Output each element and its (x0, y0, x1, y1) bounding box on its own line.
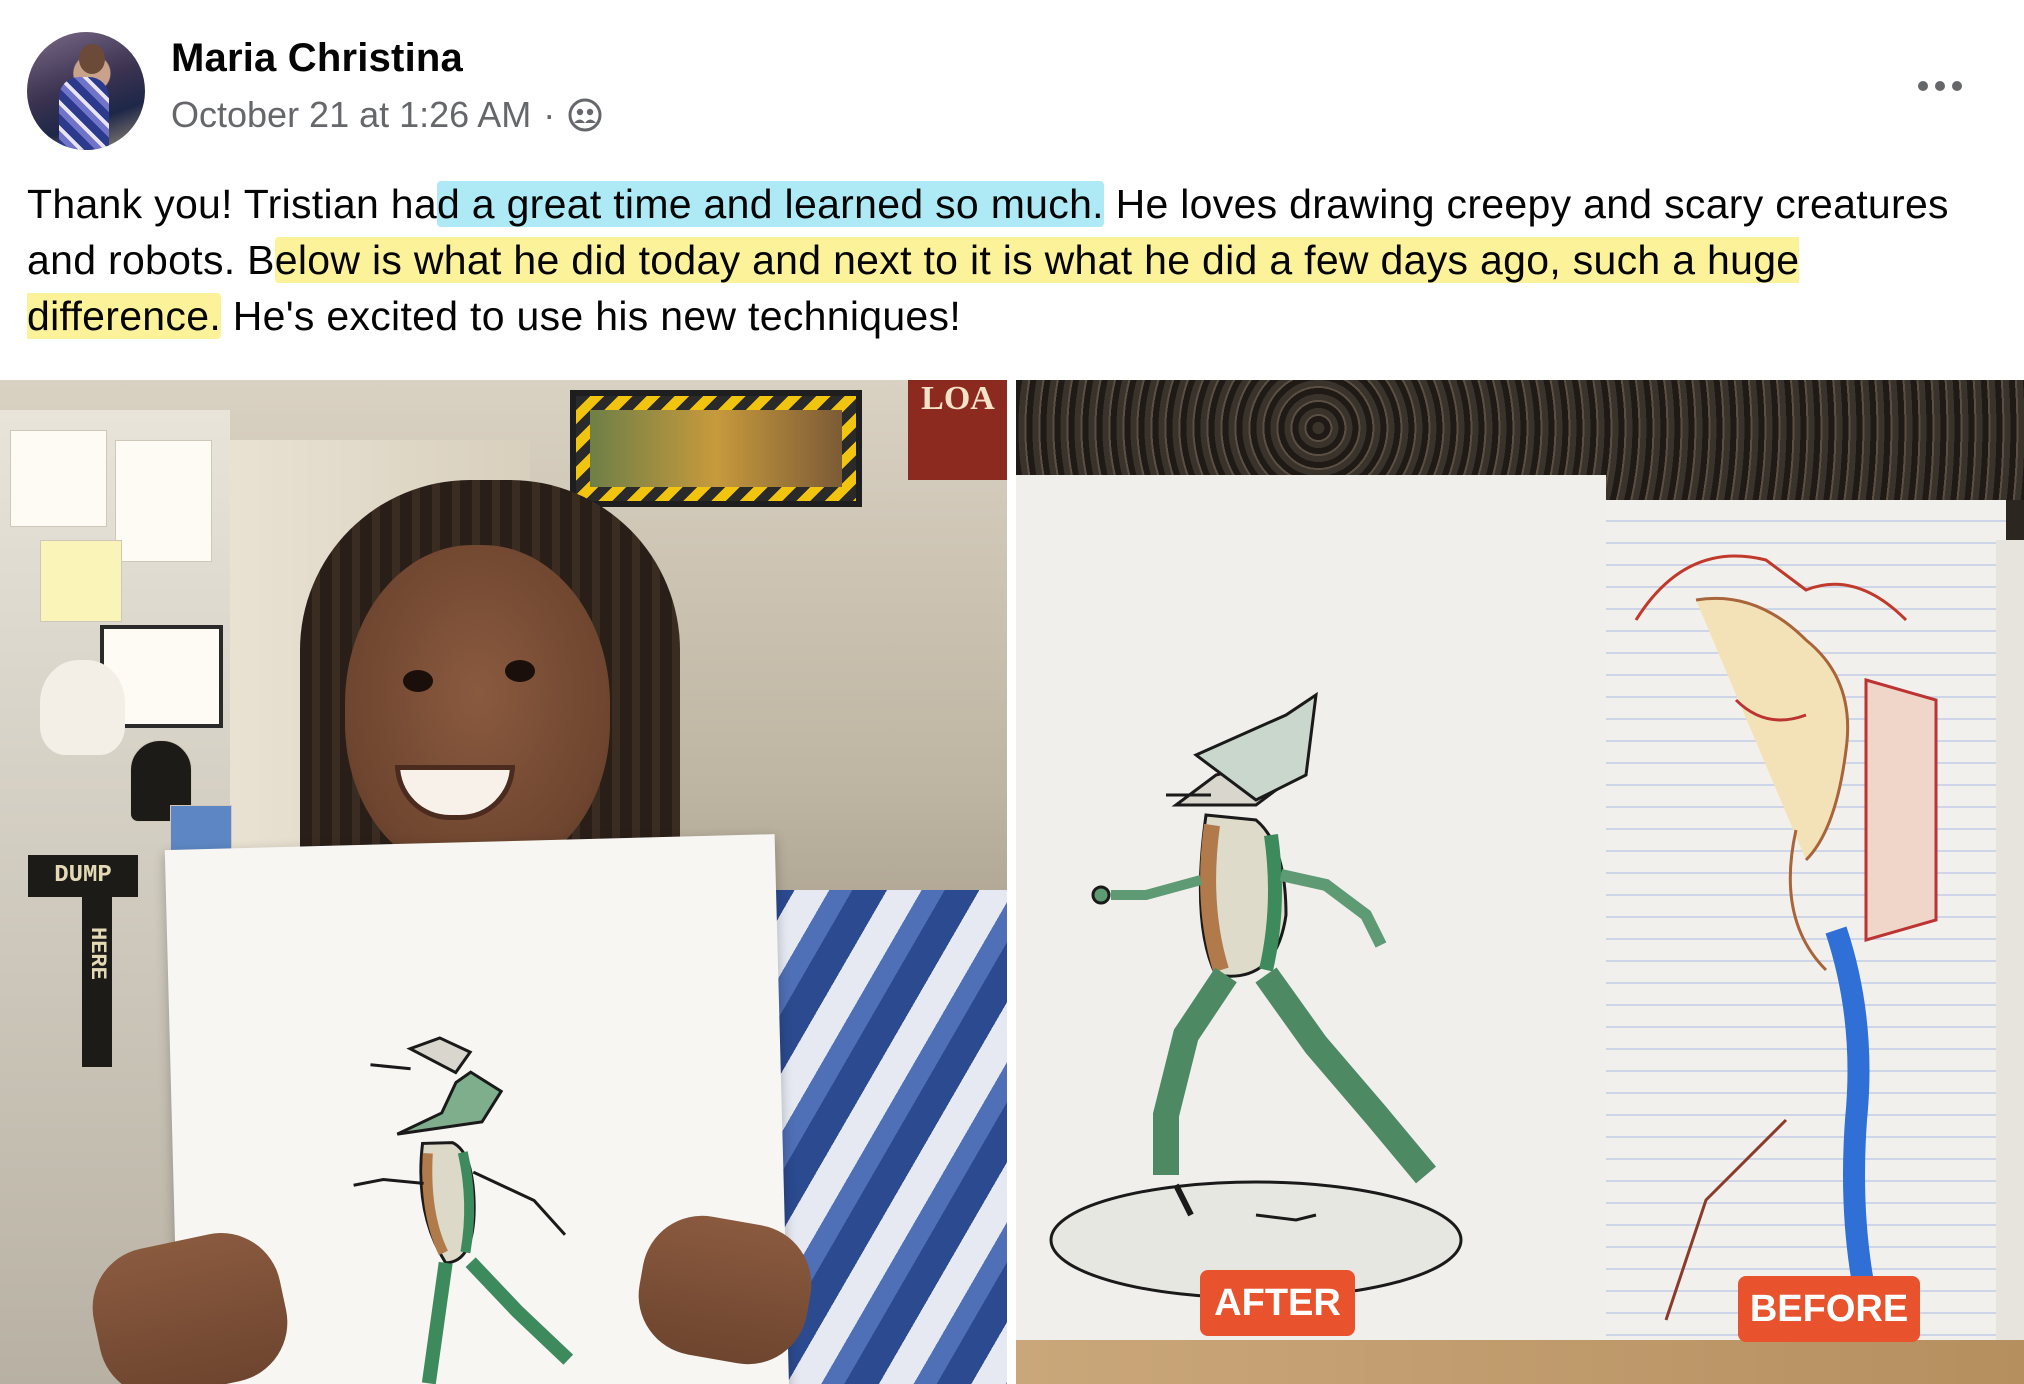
third-paper-edge (1996, 540, 2024, 1384)
fridge-note (40, 540, 122, 622)
more-options-icon[interactable] (1910, 66, 1970, 106)
child-eye (505, 660, 535, 682)
meta-separator: · (543, 94, 556, 135)
more-dot (1952, 81, 1962, 91)
after-label: AFTER (1200, 1270, 1355, 1336)
photo-drawings-comparison[interactable] (1016, 380, 2024, 1384)
avatar-dress (59, 77, 109, 150)
photo-child-holding-drawing[interactable]: DUMP HERE LOA (0, 380, 1007, 1384)
here-sign: HERE (85, 927, 110, 980)
wall-sign: LOA (908, 380, 1007, 480)
construction-poster-art (590, 410, 842, 487)
post-body-text: Thank you! Tristian had a great time and… (27, 176, 1997, 344)
skull-magnet (40, 660, 125, 755)
before-label: BEFORE (1738, 1276, 1920, 1342)
avatar-head (79, 44, 105, 74)
wood-floor (1016, 1340, 2024, 1384)
before-drawing-paper (1606, 500, 2006, 1384)
post-text-highlight-blue: d a great time and learned so much. (436, 181, 1104, 227)
after-drawing-robot (1049, 691, 1463, 1300)
author-avatar[interactable] (27, 32, 145, 150)
post-text-part3: He's excited to use his new techniques! (221, 293, 962, 339)
fridge-note (10, 430, 107, 527)
post-text-part1: Thank you! Tristian ha (27, 181, 437, 227)
here-sign-post: HERE (82, 897, 112, 1067)
facebook-post: Maria Christina October 21 at 1:26 AM · … (0, 0, 2024, 1384)
before-drawing-creature (1634, 554, 1938, 1374)
post-timestamp[interactable]: October 21 at 1:26 AM (171, 94, 531, 136)
dump-sign: DUMP (28, 855, 138, 897)
friends-audience-icon[interactable] (567, 97, 603, 133)
author-name[interactable]: Maria Christina (171, 36, 463, 81)
after-drawing-paper (1016, 475, 1606, 1384)
more-dot (1918, 81, 1928, 91)
more-dot (1935, 81, 1945, 91)
construction-poster (570, 390, 862, 507)
child-face (345, 545, 610, 875)
post-meta: October 21 at 1:26 AM · (171, 94, 603, 136)
child-eye (403, 670, 433, 692)
fridge-note (115, 440, 212, 562)
